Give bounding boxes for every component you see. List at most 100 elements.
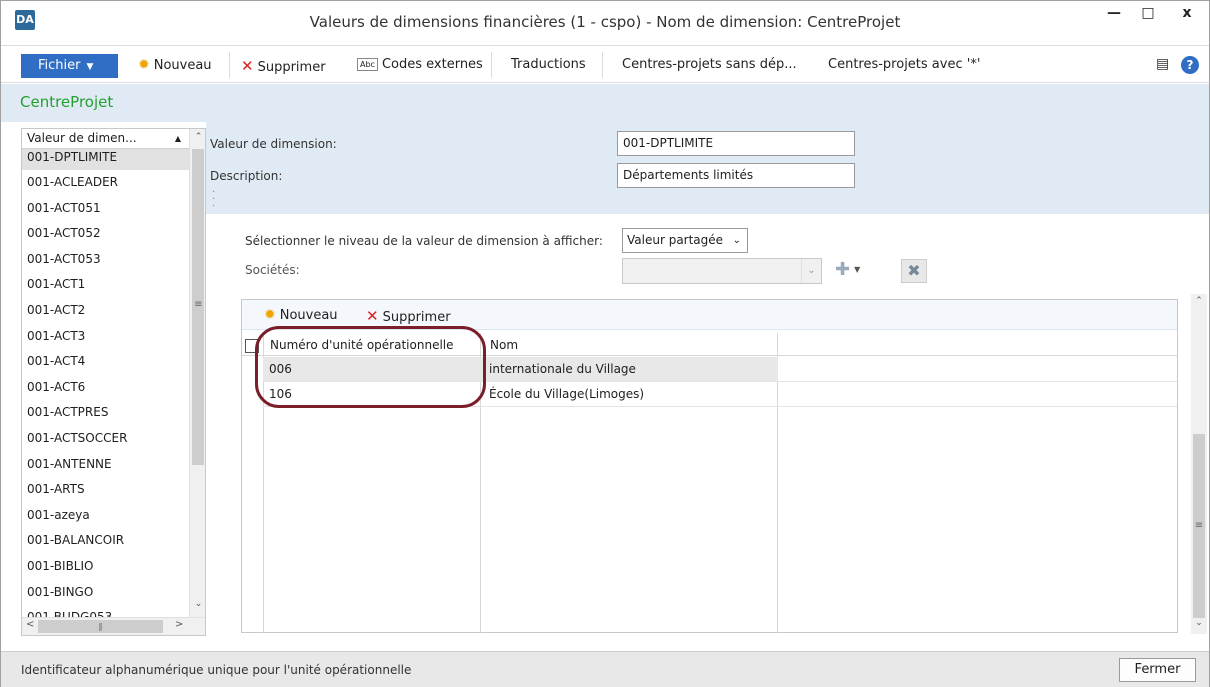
- list-item[interactable]: 001-ACT052: [22, 221, 189, 247]
- ribbon-separator: [229, 52, 230, 78]
- subgrid-new-label: Nouveau: [279, 308, 338, 323]
- form-header: CentreProjet: [1, 84, 1209, 122]
- list-item[interactable]: 001-DPTLIMITE: [22, 149, 189, 170]
- delete-button[interactable]: ✕ Supprimer: [241, 57, 326, 75]
- table-row[interactable]: 106 École du Village(Limoges): [263, 382, 1177, 407]
- translations-button[interactable]: Traductions: [511, 57, 586, 72]
- status-text: Identificateur alphanumérique unique pou…: [21, 663, 412, 677]
- detail-header-panel: Valeur de dimension: 001-DPTLIMITE Descr…: [206, 122, 1209, 214]
- maximize-icon: □: [1141, 5, 1155, 21]
- subgrid-delete-label: Supprimer: [382, 310, 451, 325]
- level-select[interactable]: Valeur partagée ⌄: [622, 228, 748, 253]
- select-all-checkbox[interactable]: [245, 339, 259, 353]
- dimension-values-list[interactable]: Valeur de dimen... ▲ 001-DPTLIMITE 001-AC…: [21, 128, 206, 636]
- operating-units-panel: ✹ Nouveau ✕ Supprimer Numéro d'unité opéra…: [241, 299, 1178, 633]
- table-row[interactable]: 006 internationale du Village: [263, 357, 1177, 382]
- subgrid-new-button[interactable]: ✹ Nouveau: [264, 307, 338, 323]
- minimize-icon: —: [1107, 5, 1121, 21]
- list-item[interactable]: 001-ACT1: [22, 272, 189, 298]
- scroll-up-icon[interactable]: ⌃: [1191, 296, 1207, 306]
- delete-x-icon: ✕: [366, 307, 379, 325]
- layout-icon[interactable]: ▤: [1156, 56, 1169, 72]
- maximize-button[interactable]: □: [1131, 1, 1165, 27]
- list-item[interactable]: 001-BALANCOIR: [22, 528, 189, 554]
- scrollbar-thumb[interactable]: ≡: [1193, 434, 1205, 618]
- column-header-name[interactable]: Nom: [490, 338, 518, 352]
- ribbon-separator: [491, 52, 492, 78]
- list-item[interactable]: 001-ACT053: [22, 247, 189, 273]
- sort-up-icon: ▲: [174, 134, 181, 143]
- app-window: DA Valeurs de dimensions financières (1 …: [0, 0, 1210, 687]
- close-icon: x: [1182, 5, 1192, 21]
- subgrid-toolbar: ✹ Nouveau ✕ Supprimer: [242, 300, 1177, 330]
- subgrid-delete-button[interactable]: ✕ Supprimer: [366, 307, 451, 325]
- scroll-down-icon[interactable]: ⌄: [1191, 618, 1207, 628]
- list-item[interactable]: 001-BINGO: [22, 580, 189, 606]
- close-window-button[interactable]: x: [1167, 1, 1207, 27]
- chevron-down-icon: ⌄: [801, 259, 821, 283]
- grip-icon: ≡: [194, 299, 203, 310]
- list-column-header-label: Valeur de dimen...: [27, 131, 137, 145]
- level-label: Sélectionner le niveau de la valeur de d…: [245, 234, 603, 248]
- new-sun-icon: ✹: [264, 307, 276, 323]
- list-vertical-scrollbar[interactable]: ⌃ ≡ ⌄: [189, 129, 205, 617]
- list-column-header[interactable]: Valeur de dimen... ▲: [22, 129, 189, 149]
- list-item[interactable]: 001-ACTPRES: [22, 400, 189, 426]
- list-body: 001-DPTLIMITE 001-ACLEADER 001-ACT051 001-A…: [22, 149, 189, 631]
- list-item[interactable]: 001-ANTENNE: [22, 452, 189, 478]
- external-codes-label: Codes externes: [381, 57, 483, 72]
- action-ribbon: Fichier ▼ ✹ Nouveau ✕ Supprimer Abc Codes ex…: [1, 45, 1209, 83]
- description-field[interactable]: Départements limités: [617, 163, 855, 188]
- list-item[interactable]: 001-azeya: [22, 503, 189, 529]
- chevron-down-icon: ▼: [86, 62, 94, 72]
- projects-without-dep-button[interactable]: Centres-projets sans dép...: [622, 57, 797, 72]
- close-button[interactable]: Fermer: [1119, 658, 1196, 682]
- file-menu-button[interactable]: Fichier ▼: [21, 54, 118, 78]
- ribbon-separator: [602, 52, 603, 78]
- dimension-value-label: Valeur de dimension:: [210, 137, 337, 151]
- cell-unit-number[interactable]: 106: [263, 382, 481, 406]
- cell-name[interactable]: internationale du Village: [481, 357, 778, 381]
- x-icon: ✖: [907, 261, 921, 280]
- description-label: Description:: [210, 169, 283, 183]
- list-item[interactable]: 001-ARTS: [22, 477, 189, 503]
- title-bar: DA Valeurs de dimensions financières (1 …: [1, 1, 1209, 45]
- file-menu-label: Fichier: [38, 58, 81, 73]
- cell-name[interactable]: École du Village(Limoges): [481, 382, 778, 406]
- scroll-right-icon[interactable]: >: [175, 619, 183, 630]
- list-item[interactable]: 001-ACT051: [22, 196, 189, 222]
- delete-button-label: Supprimer: [257, 60, 326, 75]
- minimize-button[interactable]: —: [1097, 1, 1131, 27]
- companies-select[interactable]: ⌄: [622, 258, 822, 284]
- scroll-up-icon[interactable]: ⌃: [190, 132, 205, 142]
- dimension-value-field[interactable]: 001-DPTLIMITE: [617, 131, 855, 156]
- column-header-unit-number[interactable]: Numéro d'unité opérationnelle: [270, 338, 454, 352]
- list-horizontal-scrollbar[interactable]: < ‖ >: [22, 617, 205, 635]
- plus-icon: ✚: [835, 259, 851, 280]
- list-item[interactable]: 001-ACLEADER: [22, 170, 189, 196]
- app-icon: DA: [15, 10, 35, 30]
- projects-with-star-button[interactable]: Centres-projets avec '*': [828, 57, 980, 72]
- external-codes-button[interactable]: Abc Codes externes: [357, 57, 483, 72]
- panel-vertical-scrollbar[interactable]: ⌃ ≡ ⌄: [1191, 294, 1207, 634]
- scroll-left-icon[interactable]: <: [26, 619, 34, 630]
- add-company-button[interactable]: ✚ ▼: [835, 259, 885, 283]
- abc-icon: Abc: [357, 58, 378, 71]
- cell-unit-number[interactable]: 006: [263, 357, 481, 381]
- list-item[interactable]: 001-ACT4: [22, 349, 189, 375]
- scroll-down-icon[interactable]: ⌄: [190, 599, 205, 609]
- new-button-label: Nouveau: [153, 58, 212, 73]
- list-item[interactable]: 001-ACT3: [22, 324, 189, 350]
- list-item[interactable]: 001-BIBLIO: [22, 554, 189, 580]
- level-select-value: Valeur partagée: [627, 233, 724, 247]
- scrollbar-thumb[interactable]: ‖: [38, 620, 163, 633]
- list-item[interactable]: 001-ACT6: [22, 375, 189, 401]
- status-bar: Identificateur alphanumérique unique pou…: [1, 651, 1209, 687]
- list-item[interactable]: 001-ACT2: [22, 298, 189, 324]
- new-sun-icon: ✹: [138, 57, 150, 73]
- new-button[interactable]: ✹ Nouveau: [138, 57, 212, 73]
- list-item[interactable]: 001-ACTSOCCER: [22, 426, 189, 452]
- resize-grip-icon[interactable]: · · ·: [212, 188, 215, 212]
- remove-company-button[interactable]: ✖: [901, 259, 927, 283]
- help-icon[interactable]: ?: [1181, 56, 1199, 74]
